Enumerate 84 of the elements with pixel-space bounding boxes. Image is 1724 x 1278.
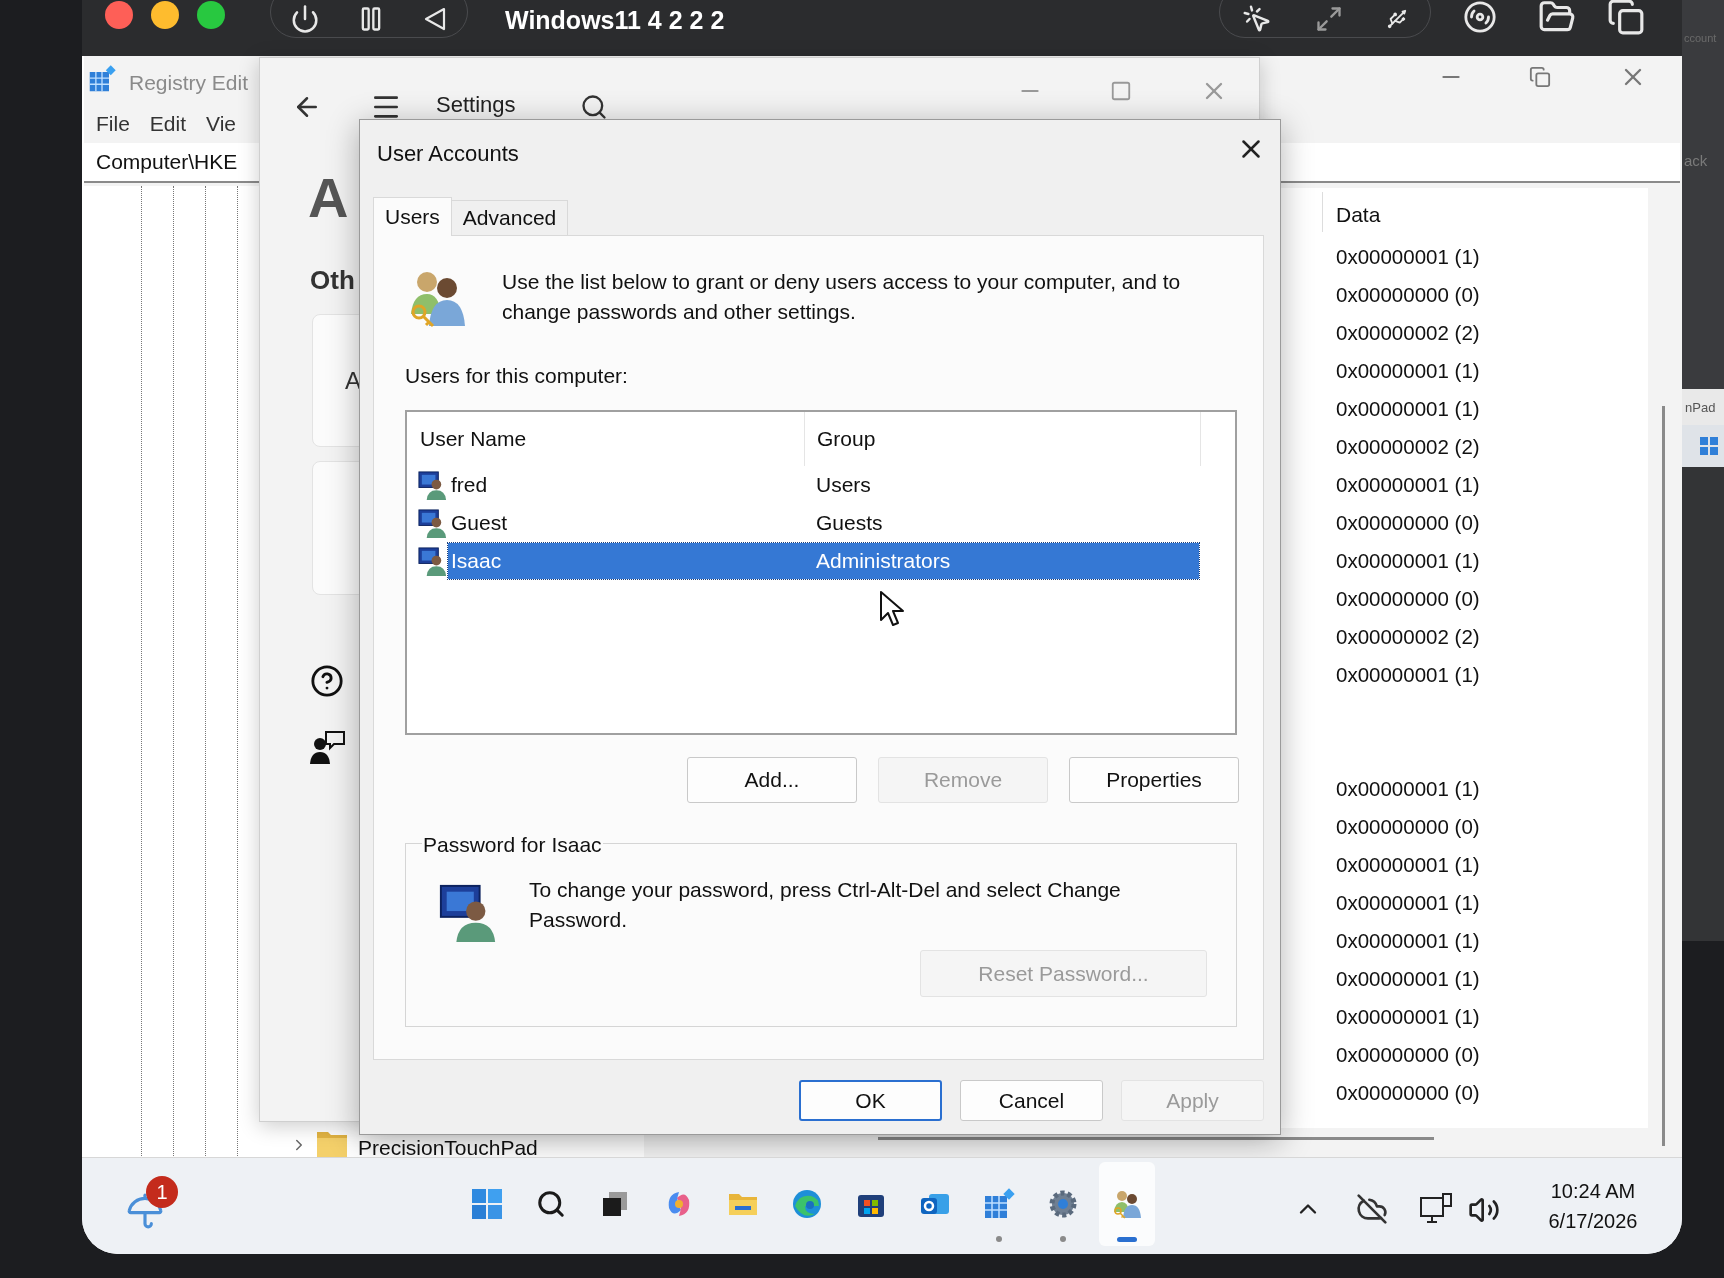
data-value: 0x00000002 (2): [1336, 624, 1480, 650]
user-name: Guest: [450, 510, 509, 537]
menu-item[interactable]: File: [96, 108, 130, 140]
data-value: 0x00000001 (1): [1336, 852, 1480, 878]
search-icon[interactable]: [536, 1189, 566, 1219]
tab[interactable]: Advanced: [451, 200, 569, 235]
data-value: 0x00000002 (2): [1336, 320, 1480, 346]
disc-icon[interactable]: [1463, 0, 1497, 34]
pointer-click-icon[interactable]: [1241, 4, 1272, 34]
page-heading: A: [308, 165, 349, 231]
data-value: 0x00000001 (1): [1336, 776, 1480, 802]
mouse-cursor-icon: [879, 590, 905, 628]
data-value: 0x00000000 (0): [1336, 814, 1480, 840]
horizontal-scrollbar[interactable]: [878, 1137, 1434, 1140]
data-value: 0x00000001 (1): [1336, 358, 1480, 384]
cloud-off-icon[interactable]: [1356, 1193, 1388, 1225]
data-value: 0x00000001 (1): [1336, 890, 1480, 916]
registry-grid-icon[interactable]: [983, 1188, 1015, 1220]
column-header[interactable]: User Name: [407, 412, 805, 466]
list-action-button[interactable]: Add...: [687, 757, 857, 803]
data-value: 0x00000001 (1): [1336, 662, 1480, 688]
task-view-icon[interactable]: [601, 1190, 629, 1218]
user-name: fred: [450, 472, 489, 499]
notification-badge: 1: [146, 1176, 178, 1208]
search-icon[interactable]: [580, 93, 608, 121]
data-value: 0x00000001 (1): [1336, 244, 1480, 270]
user-group: Users: [816, 469, 871, 501]
data-value: 0x00000000 (0): [1336, 510, 1480, 536]
password-hint: To change your password, press Ctrl-Alt-Del and select Change Password.: [529, 877, 1122, 933]
data-value: 0x00000001 (1): [1336, 928, 1480, 954]
clock-date: 6/17/2026: [1548, 1209, 1638, 1234]
tab[interactable]: Users: [373, 197, 452, 236]
section-heading: Oth: [310, 264, 355, 297]
network-monitor-icon[interactable]: [1419, 1192, 1453, 1226]
window-title: Settings: [436, 92, 516, 118]
user-row[interactable]: Guest Guests: [448, 505, 1199, 541]
data-value: 0x00000000 (0): [1336, 1042, 1480, 1068]
user-row[interactable]: Isaac Administrators: [448, 543, 1199, 579]
dialog-button[interactable]: OK: [799, 1080, 942, 1121]
dialog-title: User Accounts: [377, 140, 519, 168]
maximize-icon[interactable]: [1110, 80, 1132, 102]
vm-title: Windows11 4 2 2 2: [505, 5, 725, 36]
data-value: 0x00000001 (1): [1336, 472, 1480, 498]
window-text-fragment: ack: [1684, 151, 1708, 171]
user-group: Guests: [816, 507, 883, 539]
restore-icon[interactable]: [1529, 66, 1551, 88]
column-header[interactable]: Data: [1336, 199, 1381, 231]
list-label: Users for this computer:: [405, 363, 628, 389]
windows-logo-icon: [1700, 437, 1718, 455]
user-icon: [417, 469, 448, 501]
clock-time: 10:24 AM: [1550, 1179, 1636, 1204]
window-text-fragment: nPad: [1685, 399, 1716, 417]
windows-logo-icon[interactable]: [471, 1188, 503, 1220]
data-value: 0x00000000 (0): [1336, 586, 1480, 612]
user-icon: [417, 507, 448, 539]
intro-text: Use the list below to grant or deny users access to your computer, and to change passwords and other settings.: [502, 269, 1182, 325]
window-title: Registry Edit: [129, 70, 249, 96]
usb-icon[interactable]: [1386, 8, 1409, 30]
list-action-button[interactable]: Properties: [1069, 757, 1239, 803]
resize-icon[interactable]: [1315, 5, 1343, 33]
browser-icon[interactable]: [791, 1188, 823, 1220]
data-value: 0x00000001 (1): [1336, 966, 1480, 992]
data-value: 0x00000001 (1): [1336, 1004, 1480, 1030]
user-name: Isaac: [450, 548, 503, 575]
scrollbar-thumb[interactable]: [1662, 406, 1665, 1146]
folder-icon: [316, 1130, 348, 1158]
data-value: 0x00000000 (0): [1336, 1080, 1480, 1106]
users-icon: [1111, 1188, 1143, 1220]
column-header[interactable]: Group: [805, 412, 1201, 466]
menu-item[interactable]: Edit: [149, 108, 187, 140]
feedback-person-icon[interactable]: [310, 730, 346, 764]
menu-item[interactable]: Vie: [206, 108, 236, 140]
data-value: 0x00000001 (1): [1336, 548, 1480, 574]
settings-icon[interactable]: [1047, 1188, 1079, 1220]
registry-grid-icon: [88, 65, 116, 93]
user-row[interactable]: fred Users: [448, 467, 1199, 503]
data-value: 0x00000000 (0): [1336, 282, 1480, 308]
help-icon[interactable]: [310, 664, 344, 698]
clock[interactable]: 10:24 AM 6/17/2026: [1525, 1176, 1661, 1236]
user-group: Administrators: [816, 545, 951, 577]
dialog-button[interactable]: Cancel: [960, 1080, 1103, 1121]
data-value: 0x00000001 (1): [1336, 396, 1480, 422]
data-value: 0x00000002 (2): [1336, 434, 1480, 460]
user-icon: [417, 545, 448, 577]
